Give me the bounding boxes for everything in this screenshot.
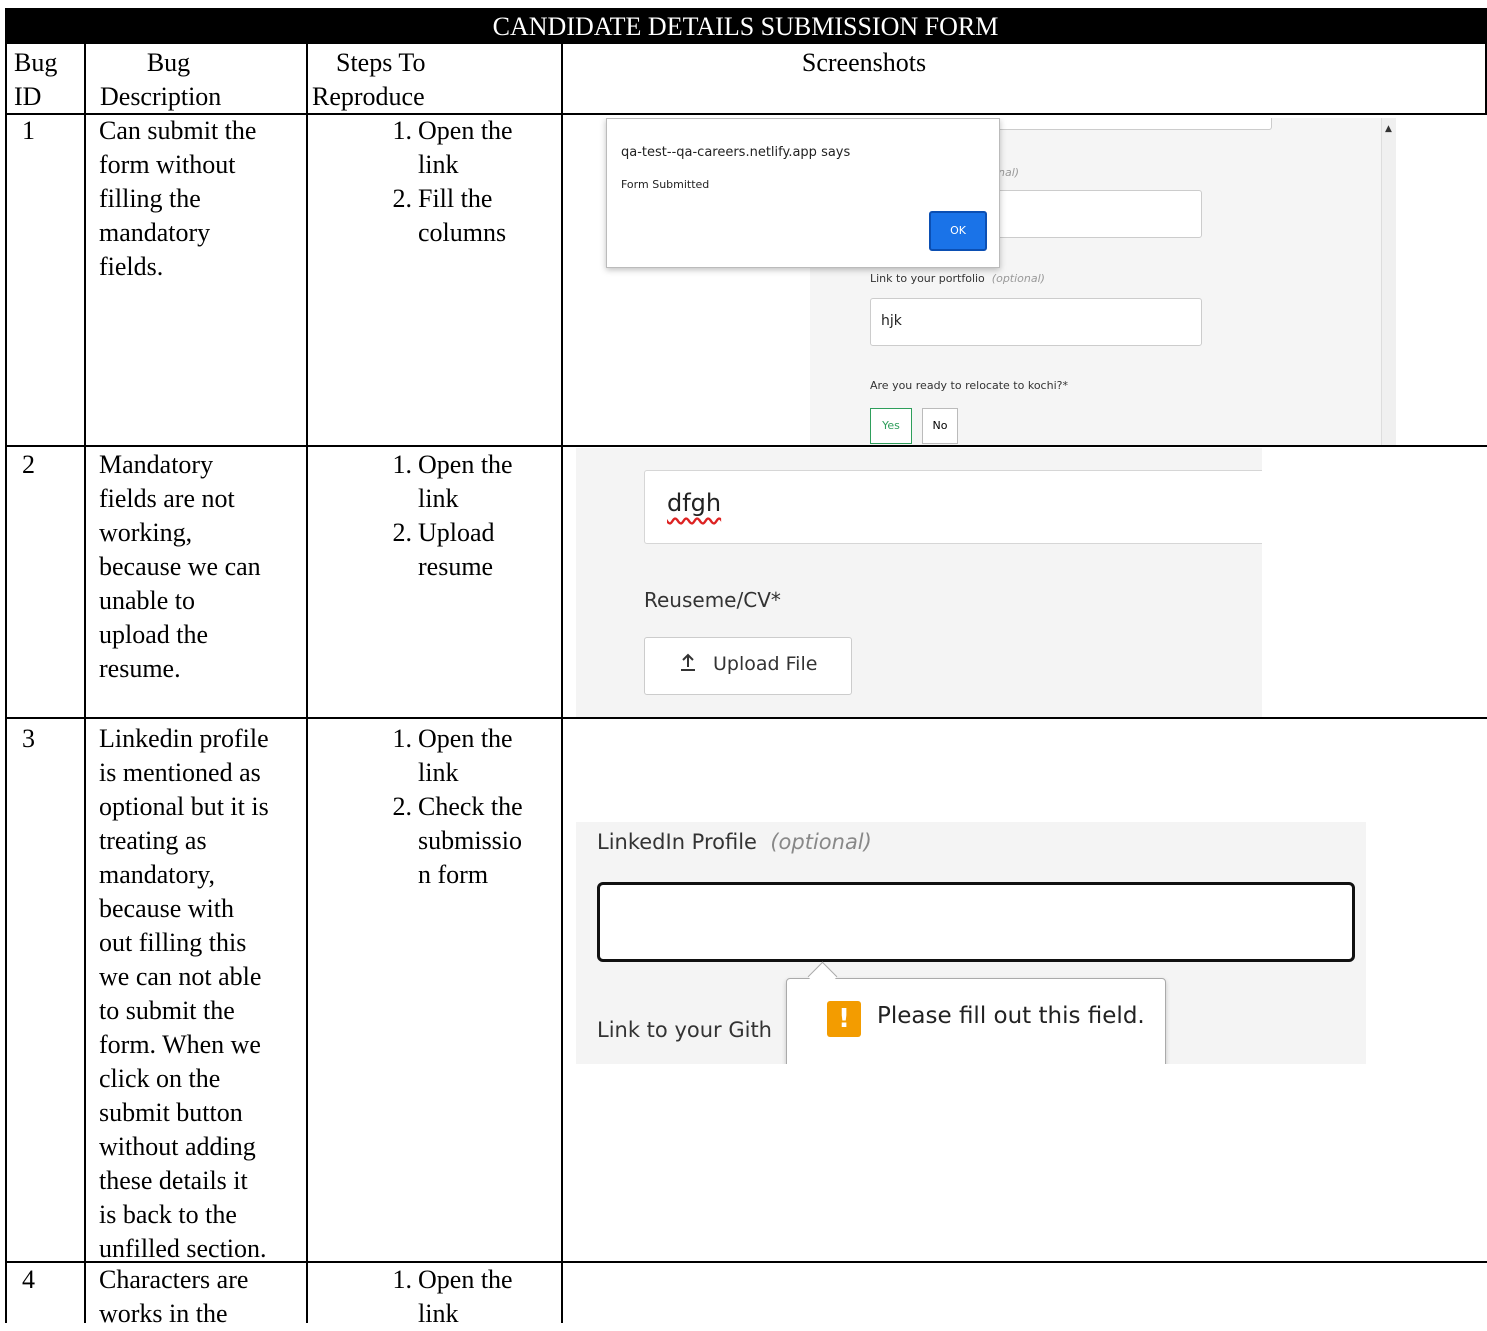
column-divider-1 bbox=[84, 44, 86, 1323]
row-3-steps: 1. Open the link 2. Check the submissio n … bbox=[392, 722, 523, 892]
upload-file-button[interactable]: Upload File bbox=[644, 637, 852, 695]
column-divider-3 bbox=[561, 44, 563, 1323]
row-1-id: 1 bbox=[22, 116, 35, 145]
ok-button[interactable]: OK bbox=[929, 211, 987, 251]
step-item: 2. Fill the columns bbox=[392, 184, 507, 247]
relocate-label: Are you ready to relocate to kochi?* bbox=[870, 379, 1068, 392]
tooltip-text: Please fill out this field. bbox=[877, 1003, 1145, 1029]
resume-label: Reuseme/CV* bbox=[644, 588, 781, 612]
github-label: Link to your Gith bbox=[597, 1018, 772, 1042]
header-screenshots: Screenshots bbox=[801, 48, 927, 77]
row-2-description: Mandatory fields are not working, because … bbox=[99, 450, 261, 683]
row-4-id: 4 bbox=[22, 1265, 35, 1294]
row-divider-2 bbox=[5, 717, 1487, 719]
dialog-message: Form Submitted bbox=[621, 178, 710, 191]
row-4-steps: 1. Open the link bbox=[392, 1263, 513, 1331]
alert-dialog: qa-test--qa-careers.netlify.app says For… bbox=[606, 118, 1000, 268]
input-value: dfgh bbox=[667, 489, 722, 517]
header-bug-description: Bug Description bbox=[100, 48, 222, 111]
row-3-description: Linkedin profile is mentioned as optional… bbox=[99, 724, 269, 1263]
screenshot-linkedin-validation: LinkedIn Profile (optional) Link to your… bbox=[576, 822, 1366, 1064]
screenshot-upload-resume: dfgh Reuseme/CV* Upload File bbox=[576, 448, 1262, 717]
screenshot-form-submitted: nal) Link to your portfolio (optional) h… bbox=[576, 118, 1396, 445]
row-1-description: Can submit the form without filling the ma… bbox=[99, 116, 257, 281]
step-item: 1. Open the link bbox=[392, 116, 513, 179]
column-divider-2 bbox=[306, 44, 308, 1323]
step-item: 1. Open the link bbox=[392, 450, 513, 513]
step-item: 2. Upload resume bbox=[392, 518, 495, 581]
partial-optional-label: nal) bbox=[998, 166, 1020, 179]
text-input[interactable]: dfgh bbox=[644, 470, 1262, 544]
linkedin-label: LinkedIn Profile (optional) bbox=[597, 830, 872, 854]
row-divider-1 bbox=[5, 445, 1487, 447]
step-item: 1. Open the link bbox=[392, 724, 513, 787]
form-title: CANDIDATE DETAILS SUBMISSION FORM bbox=[5, 8, 1486, 44]
header-bug-id: Bug ID bbox=[14, 48, 58, 111]
relocate-no-button[interactable]: No bbox=[922, 408, 958, 444]
linkedin-input[interactable] bbox=[597, 882, 1355, 962]
dialog-title: qa-test--qa-careers.netlify.app says bbox=[621, 145, 851, 160]
row-2-steps: 1. Open the link 2. Upload resume bbox=[392, 448, 513, 584]
row-1-steps: 1. Open the link 2. Fill the columns bbox=[392, 114, 513, 250]
header-steps: Steps To Reproduce bbox=[312, 48, 426, 111]
row-4-description: Characters are works in the bbox=[99, 1265, 249, 1328]
scrollbar[interactable]: ▲ bbox=[1381, 118, 1396, 445]
step-item: 2. Check the submissio n form bbox=[392, 792, 523, 889]
upload-label: Upload File bbox=[713, 653, 818, 675]
table-border-left bbox=[5, 8, 7, 1323]
scroll-up-icon[interactable]: ▲ bbox=[1385, 124, 1392, 134]
validation-tooltip: ! Please fill out this field. bbox=[786, 978, 1166, 1064]
upload-icon bbox=[679, 652, 697, 677]
step-item: 1. Open the link bbox=[392, 1265, 513, 1328]
portfolio-label: Link to your portfolio (optional) bbox=[870, 272, 1045, 285]
portfolio-input[interactable]: hjk bbox=[870, 298, 1202, 346]
relocate-yes-button[interactable]: Yes bbox=[870, 408, 912, 444]
row-3-id: 3 bbox=[22, 724, 35, 753]
row-2-id: 2 bbox=[22, 450, 35, 479]
warning-icon: ! bbox=[827, 1001, 861, 1037]
